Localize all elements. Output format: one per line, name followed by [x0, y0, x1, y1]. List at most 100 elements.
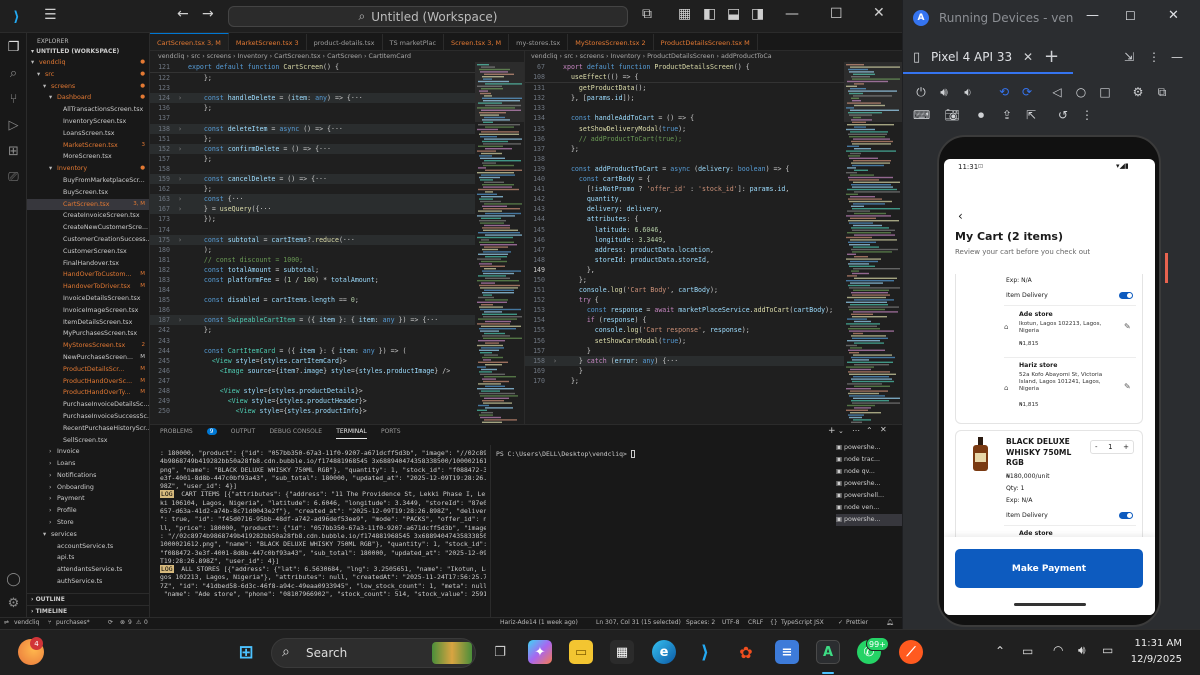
terminal-instance[interactable]: ▣ powershe... — [836, 478, 902, 490]
hide-icon[interactable]: — — [1171, 50, 1183, 64]
menu-icon[interactable]: ☰ — [44, 7, 57, 23]
branch-name[interactable]: purchases* — [56, 619, 90, 626]
maximize-icon[interactable]: ☐ — [1125, 9, 1136, 23]
remote-explorer-icon[interactable]: ⎚ — [5, 169, 22, 186]
blame-author[interactable]: Hariz-Ade14 (1 week ago) — [500, 619, 578, 626]
battery-icon[interactable]: ▭ — [1102, 643, 1113, 657]
fold-chevron-icon[interactable]: › — [178, 194, 188, 204]
tree-item[interactable]: accountService.ts — [27, 541, 149, 553]
extensions-icon[interactable]: ⊞ — [5, 143, 22, 160]
breadcrumb[interactable]: vendcliq › src › screens › Inventory › C… — [150, 51, 475, 62]
tree-item[interactable]: LoansScreen.tsx — [27, 128, 149, 140]
rotate-right-icon[interactable]: ⟳ — [1019, 84, 1035, 100]
editor-tab[interactable]: ProductDetailsScreen.tsx M — [654, 34, 758, 50]
tree-item[interactable]: ▾ src ● — [27, 69, 149, 81]
tree-item[interactable]: RecentPurchaseHistoryScr... — [27, 423, 149, 435]
fold-chevron-icon[interactable]: › — [178, 124, 188, 134]
tree-item[interactable]: ▾ screens ● — [27, 81, 149, 93]
left-editor[interactable]: vendcliq › src › screens › Inventory › C… — [150, 51, 475, 424]
microsoft-store-icon[interactable]: ▦ — [610, 640, 634, 664]
tree-item[interactable]: ProductHandOverSc... M — [27, 376, 149, 388]
tree-item[interactable]: InvoiceImageScreen.tsx — [27, 305, 149, 317]
editor-tab[interactable]: MarketScreen.tsx 3 — [229, 34, 307, 50]
tree-item[interactable]: AllTransactionsScreen.tsx — [27, 104, 149, 116]
volume-icon[interactable]: 🔊︎ — [1078, 643, 1086, 658]
tree-item[interactable]: CustomerCreationSuccess... — [27, 234, 149, 246]
rotate-left-icon[interactable]: ⟲ — [996, 84, 1012, 100]
outline-section[interactable]: › OUTLINE — [27, 593, 149, 605]
editor-tab[interactable]: my-stores.tsx — [509, 34, 569, 50]
left-minimap[interactable] — [475, 62, 524, 424]
home-button-icon[interactable]: ○ — [1073, 84, 1089, 100]
right-minimap[interactable] — [844, 62, 902, 424]
tree-item[interactable]: HandoverToDriver.tsx M — [27, 281, 149, 293]
terminal-prompt[interactable]: PS C:\Users\DELL\Desktop\vendcliq> — [496, 450, 826, 458]
taskbar-search[interactable]: ⌕ Search — [271, 638, 476, 668]
tree-item[interactable]: HandOverToCustom... M — [27, 269, 149, 281]
tree-item[interactable]: SellScreen.tsx — [27, 435, 149, 447]
source-control-icon[interactable]: ⑂ — [5, 91, 22, 108]
make-payment-button[interactable]: Make Payment — [955, 549, 1143, 588]
edit-pencil-icon[interactable]: ✎ — [1124, 382, 1131, 391]
toggle-sidebar-icon[interactable]: ◧ — [703, 6, 716, 22]
line-ending[interactable]: CRLF — [748, 619, 763, 626]
tab-debug-console[interactable]: DEBUG CONSOLE — [269, 425, 322, 439]
chevron-down-icon[interactable]: ⌄ — [838, 427, 844, 435]
screen-record-icon[interactable]: ⏺ — [973, 107, 989, 123]
wifi-icon[interactable]: ◠ — [1053, 643, 1063, 657]
language-mode[interactable]: TypeScript JSX — [781, 619, 824, 626]
tab-output[interactable]: OUTPUT — [231, 425, 255, 439]
undo-icon[interactable]: ↺ — [1055, 107, 1071, 123]
close-tab-icon[interactable]: ✕ — [1023, 50, 1033, 64]
terminal-output[interactable]: : 180000, "product": {"id": "057bb350-67… — [160, 449, 486, 616]
file-explorer-icon[interactable]: ▭ — [569, 640, 593, 664]
power-icon[interactable]: ⏻ — [913, 84, 929, 100]
figma-icon[interactable]: ✿ — [734, 640, 758, 664]
export-icon[interactable]: ⇱ — [1023, 107, 1039, 123]
tree-item[interactable]: attendantsService.ts — [27, 564, 149, 576]
tree-item[interactable]: MarketScreen.tsx 3 — [27, 140, 149, 152]
fold-chevron-icon[interactable]: › — [178, 235, 188, 245]
fold-chevron-icon[interactable]: › — [553, 356, 563, 366]
postman-icon[interactable]: ⟋ — [899, 640, 923, 664]
copilot-icon[interactable]: ✦ — [528, 640, 552, 664]
tree-item[interactable]: CartScreen.tsx 3, M — [27, 198, 149, 211]
edge-browser-icon[interactable]: e — [652, 640, 676, 664]
error-count[interactable]: 9 — [128, 619, 132, 626]
maximize-panel-icon[interactable]: ⌃ — [866, 426, 873, 435]
terminal-instance[interactable]: ▣ node qv... — [836, 466, 902, 478]
terminal-instance[interactable]: ▣ node trac... — [836, 454, 902, 466]
tree-item[interactable]: MyPurchasesScreen.tsx — [27, 328, 149, 340]
tree-item[interactable]: PurchaseInvoiceDetailsSc... — [27, 399, 149, 411]
upload-icon[interactable]: ⇪ — [999, 107, 1015, 123]
editor-tab[interactable]: CartScreen.tsx 3, M — [150, 33, 229, 50]
terminal-instance[interactable]: ▣ powershell... — [836, 490, 902, 502]
delivery-toggle[interactable] — [1119, 512, 1133, 519]
warning-count[interactable]: 0 — [144, 619, 148, 626]
tree-item[interactable]: › Payment — [27, 493, 149, 505]
fold-chevron-icon[interactable]: › — [178, 174, 188, 184]
tree-item[interactable]: ▾ Dashboard ● — [27, 92, 149, 104]
tree-item[interactable]: BuyFromMarketplaceScr... — [27, 175, 149, 187]
more-options-icon[interactable]: ⋮ — [1148, 50, 1160, 64]
minimap-viewport[interactable] — [844, 62, 902, 122]
tree-item[interactable]: ▾ Inventory ● — [27, 163, 149, 175]
store-option[interactable]: ⌂ Ade store Ikotun, Lagos 102213, Lagos,… — [1004, 311, 1136, 356]
tree-item[interactable]: CreateNewCustomerScre... — [27, 222, 149, 234]
notepad-icon[interactable]: ≡ — [775, 640, 799, 664]
minimize-icon[interactable]: — — [1086, 8, 1099, 23]
workspace-title[interactable]: ▾ UNTITLED (WORKSPACE) — [27, 47, 149, 57]
android-studio-icon[interactable]: A — [816, 640, 840, 664]
clock-time[interactable]: 11:31 AM — [1130, 638, 1182, 649]
settings-gear-icon[interactable]: ⚙ — [5, 595, 22, 612]
run-debug-icon[interactable]: ▷ — [5, 117, 22, 134]
minimap-viewport[interactable] — [475, 62, 524, 122]
fold-chevron-icon[interactable]: › — [178, 93, 188, 103]
volume-down-icon[interactable]: 🔉︎ — [960, 84, 976, 100]
increment-button[interactable]: + — [1123, 443, 1129, 451]
tree-item[interactable]: MoreScreen.tsx — [27, 151, 149, 163]
right-editor[interactable]: vendcliq › src › screens › Inventory › P… — [524, 51, 844, 424]
window-icon[interactable]: ⧉ — [1154, 84, 1170, 100]
tree-item[interactable]: › Onboarding — [27, 482, 149, 494]
tree-item[interactable]: › Notifications — [27, 470, 149, 482]
